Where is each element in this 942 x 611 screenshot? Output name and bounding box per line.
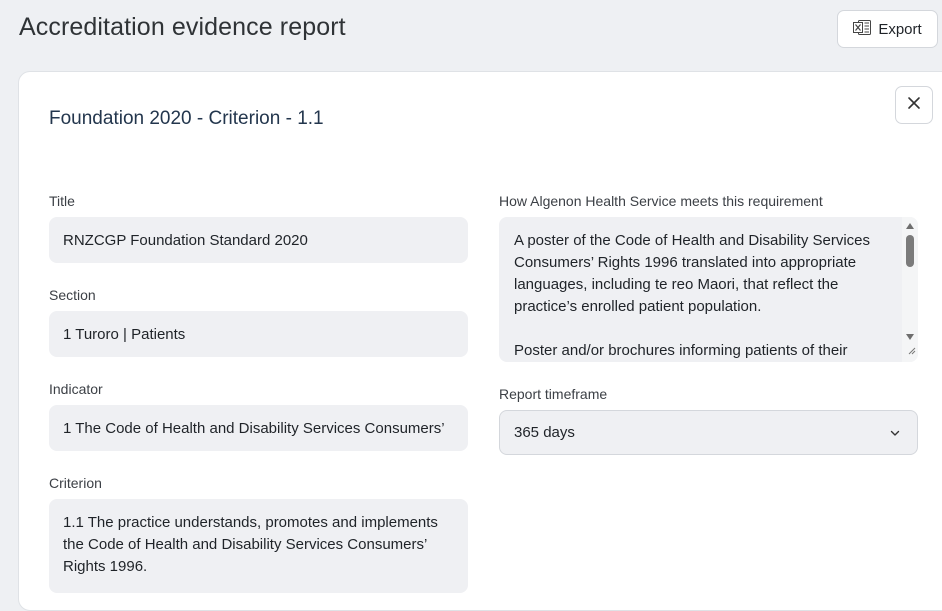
indicator-field[interactable]: 1 The Code of Health and Disability Serv…: [49, 405, 468, 451]
timeframe-value: 365 days: [514, 424, 575, 441]
chevron-down-icon: [889, 426, 901, 443]
scroll-down-arrow-icon[interactable]: [906, 334, 914, 340]
resize-grip-icon[interactable]: [907, 342, 916, 360]
close-button[interactable]: [895, 86, 933, 124]
requirement-text: A poster of the Code of Health and Disab…: [514, 230, 894, 362]
requirement-paragraph: A poster of the Code of Health and Disab…: [514, 232, 871, 315]
timeframe-select[interactable]: 365 days: [499, 410, 918, 455]
close-icon: [907, 96, 921, 115]
title-label: Title: [49, 193, 75, 209]
panel-heading: Foundation 2020 - Criterion - 1.1: [49, 108, 324, 129]
export-label: Export: [878, 20, 922, 38]
page-title: Accreditation evidence report: [19, 13, 346, 41]
section-label: Section: [49, 287, 96, 303]
export-button[interactable]: Export: [837, 10, 938, 48]
excel-icon: [853, 19, 872, 40]
indicator-label: Indicator: [49, 381, 103, 397]
requirement-label: How Algenon Health Service meets this re…: [499, 193, 823, 209]
section-field[interactable]: 1 Turoro | Patients: [49, 311, 468, 357]
requirement-textarea[interactable]: A poster of the Code of Health and Disab…: [499, 217, 918, 362]
textarea-scrollbar[interactable]: [902, 217, 918, 362]
scroll-thumb[interactable]: [906, 235, 914, 267]
requirement-paragraph: Poster and/or brochures informing patien…: [514, 342, 848, 359]
criterion-label: Criterion: [49, 475, 102, 491]
scroll-up-arrow-icon[interactable]: [906, 223, 914, 229]
title-field[interactable]: RNZCGP Foundation Standard 2020: [49, 217, 468, 263]
criterion-field[interactable]: 1.1 The practice understands, promotes a…: [49, 499, 468, 593]
timeframe-label: Report timeframe: [499, 386, 608, 402]
